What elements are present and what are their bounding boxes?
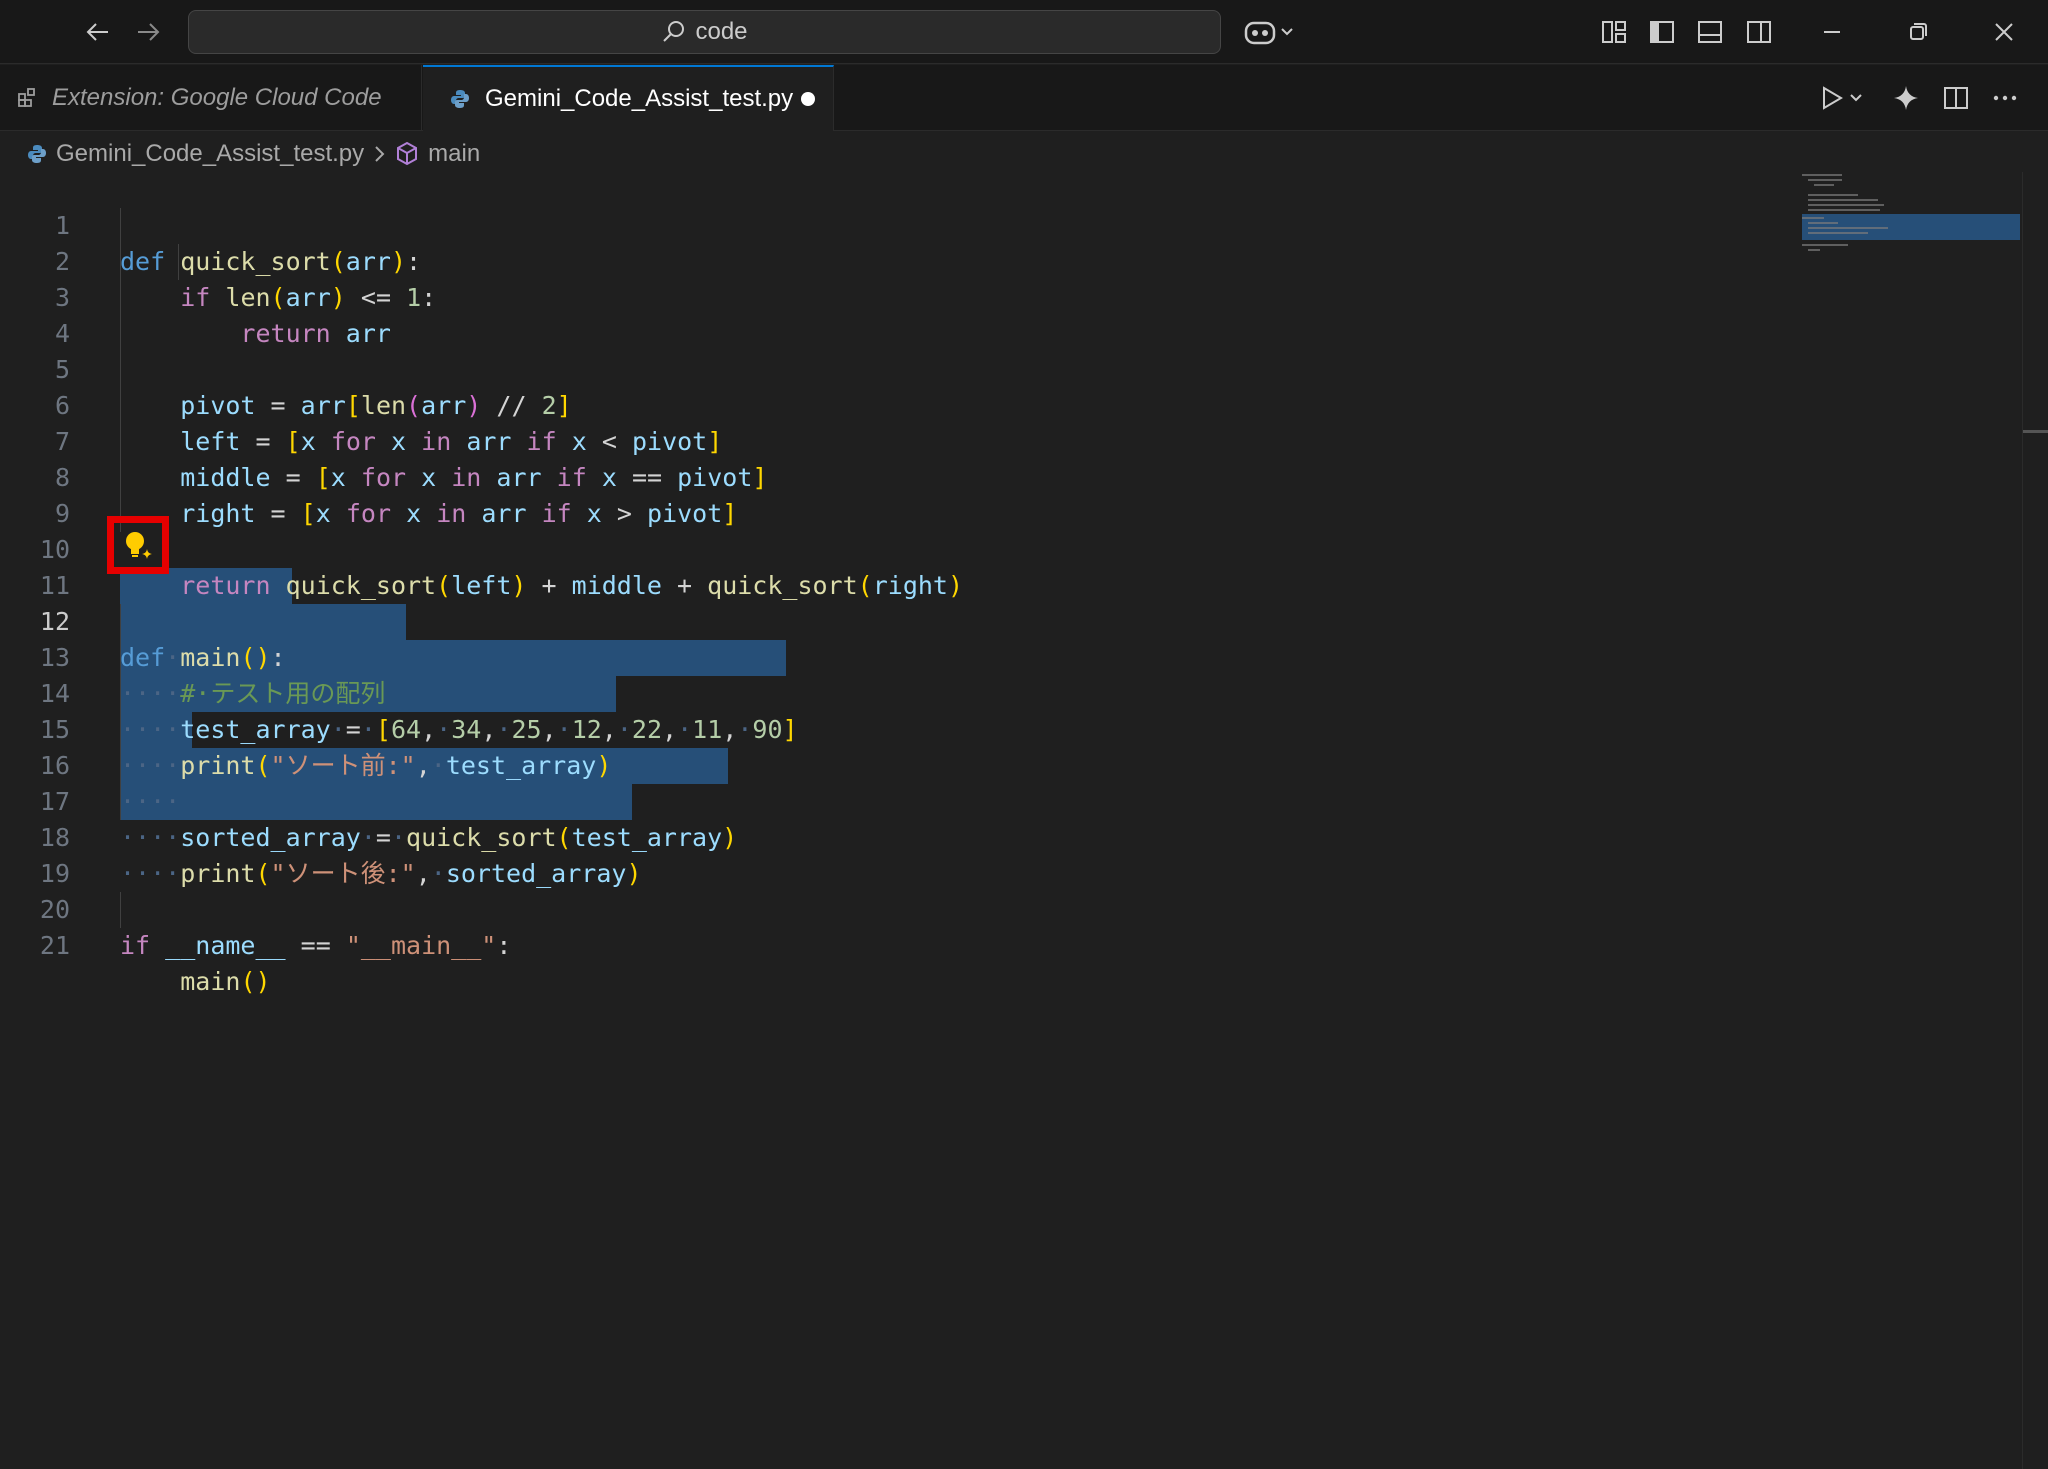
tab-label: Gemini_Code_Assist_test.py [485,85,794,112]
code-line: 4 [0,280,1790,348]
play-icon [1823,86,1862,110]
lightbulb-sparkle-icon[interactable] [122,529,154,561]
code-line: 2 if len(arr) <= 1: [0,208,1790,312]
gemini-button[interactable] [1886,78,1926,118]
toggle-secondary-sidebar-button[interactable] [1739,12,1779,52]
sidebar-left-icon [1650,21,1674,43]
restore-button[interactable] [1898,12,1938,52]
forward-button[interactable] [128,12,168,52]
arrow-left-icon [86,23,108,41]
code-line: 1 def quick_sort(arr): [0,172,1790,276]
code-line: 8 right = [x for x in arr if x > pivot] [0,424,1790,528]
tab-gemini-code-assist-test[interactable]: Gemini_Code_Assist_test.py [423,65,834,131]
close-window-button[interactable] [1984,12,2024,52]
sparkle-icon [1894,86,1918,110]
tab-label: Extension: Google Cloud Code [52,84,382,111]
run-python-file-button[interactable] [1812,78,1872,118]
code-line: 6 left = [x for x in arr if x < pivot] [0,352,1790,456]
code-line: 10 return quick_sort(left) + middle + qu… [0,496,1790,600]
copilot-menu-button[interactable] [1240,12,1300,52]
code-line: 12 def·main(): [0,568,1790,672]
symbol-method-icon [397,141,418,166]
python-file-icon [28,145,46,163]
code-line: 5 pivot = arr[len(arr) // 2] [0,316,1790,420]
command-center-search[interactable]: code [188,10,1221,54]
minimap[interactable] [1800,172,2022,472]
restore-icon [1910,23,1927,40]
code-line: 14 ····test_array·=·[64,·34,·25,·12,·22,… [0,640,1790,744]
more-actions-button[interactable] [1985,78,2025,118]
code-text: if __name__ == "__main__": [120,931,512,960]
python-file-icon [451,90,469,108]
breadcrumb-symbol[interactable]: main [428,140,480,168]
code-editor[interactable]: 1 def quick_sort(arr): 2 if len(arr) <= … [0,172,2022,1469]
arrow-right-icon [138,23,160,41]
toggle-primary-sidebar-button[interactable] [1642,12,1682,52]
breadcrumb-file[interactable]: Gemini_Code_Assist_test.py [56,140,364,168]
code-line: 19 [0,820,1790,888]
customize-layout-button[interactable] [1594,12,1634,52]
chevron-right-icon [375,146,385,162]
breadcrumb: Gemini_Code_Assist_test.py main [26,136,480,172]
code-line: 16 ···· [0,712,1790,816]
code-line: 7 middle = [x for x in arr if x == pivot… [0,388,1790,492]
back-button[interactable] [78,12,118,52]
extensions-icon [18,88,35,107]
sidebar-right-icon [1747,21,1771,43]
toggle-panel-button[interactable] [1690,12,1730,52]
unsaved-dot-icon[interactable] [801,92,815,106]
code-line: 21 main() [0,892,1790,996]
code-line: 15 ····print("ソート前:",·test_array) [0,676,1790,780]
code-line: 3 return arr [0,244,1790,348]
line-number: 21 [39,931,70,960]
editor-tab-bar: Extension: Google Cloud Code Gemini_Code… [0,65,2048,131]
search-icon [663,21,685,42]
split-editor-button[interactable] [1936,78,1976,118]
lightbulb-highlight-box [107,516,169,574]
panel-icon [1698,21,1722,43]
copilot-icon [1244,21,1293,45]
search-text: code [695,18,748,45]
tab-extension-google-cloud-code[interactable]: Extension: Google Cloud Code [0,65,422,131]
minimize-icon [1824,31,1840,33]
scrollbar-thumb[interactable] [2023,430,2048,433]
split-editor-icon [1944,87,1968,109]
code-line: 17 ····sorted_array·=·quick_sort(test_ar… [0,748,1790,852]
code-line: 9 [0,460,1790,528]
minimize-button[interactable] [1812,12,1852,52]
code-line: 20 if __name__ == "__main__": [0,856,1790,960]
layout-icon [1602,21,1626,43]
close-icon [1995,23,2013,41]
ellipsis-icon [1993,95,2017,101]
code-line: 18 ····print("ソート後:",·sorted_array) [0,784,1790,888]
code-line: 13 ····#·テスト用の配列 [0,604,1790,708]
vertical-scrollbar[interactable] [2022,172,2048,1469]
code-text: main() [180,967,271,996]
title-bar: code [0,0,2048,64]
code-line: 11 [0,532,1790,600]
